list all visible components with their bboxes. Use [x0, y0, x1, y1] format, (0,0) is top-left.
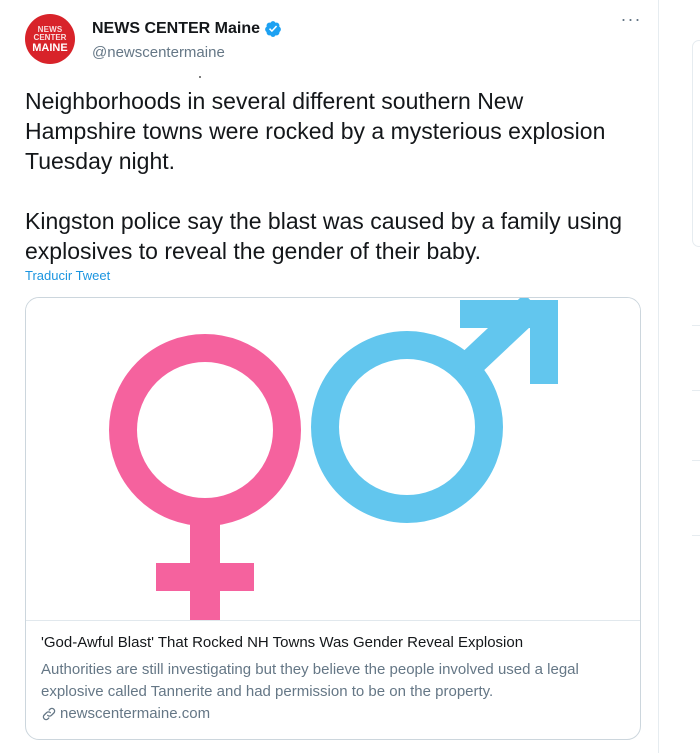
link-preview-card[interactable]: 'God-Awful Blast' That Rocked NH Towns W…: [25, 297, 641, 740]
tweet-text: Neighborhoods in several different south…: [25, 86, 640, 266]
sidebar-divider: [692, 390, 700, 391]
verified-badge-icon: [265, 21, 281, 37]
card-domain[interactable]: newscentermaine.com: [60, 705, 210, 722]
author-name-row[interactable]: NEWS CENTER Maine: [92, 20, 282, 38]
sidebar-divider: [692, 460, 700, 461]
sidebar-divider: [692, 535, 700, 536]
card-image[interactable]: [26, 298, 640, 620]
card-divider: [26, 620, 640, 621]
avatar-text-maine: MAINE: [32, 42, 68, 54]
tweet-paragraph-2: Kingston police say the blast was caused…: [25, 208, 623, 264]
tweet: NEWS CENTER MAINE NEWS CENTER Maine @new…: [0, 0, 659, 753]
female-symbol-icon: [109, 334, 301, 620]
more-options-icon[interactable]: ···: [620, 10, 642, 34]
tweet-paragraph-1: Neighborhoods in several different south…: [25, 88, 606, 174]
sidebar-fragment: [692, 40, 700, 247]
author-name[interactable]: NEWS CENTER Maine: [92, 20, 260, 38]
link-icon: [42, 707, 56, 720]
card-link[interactable]: newscentermaine.com: [41, 705, 210, 722]
card-title[interactable]: 'God-Awful Blast' That Rocked NH Towns W…: [41, 634, 631, 651]
card-description: Authorities are still investigating but …: [41, 661, 579, 700]
translate-tweet-link[interactable]: Traducir Tweet: [25, 268, 110, 283]
stray-dot: [199, 76, 201, 78]
sidebar-divider: [692, 325, 700, 326]
avatar-text-center: CENTER: [33, 33, 67, 42]
avatar[interactable]: NEWS CENTER MAINE: [25, 14, 75, 64]
author-handle[interactable]: @newscentermaine: [92, 44, 225, 61]
male-symbol-icon: [311, 298, 558, 523]
